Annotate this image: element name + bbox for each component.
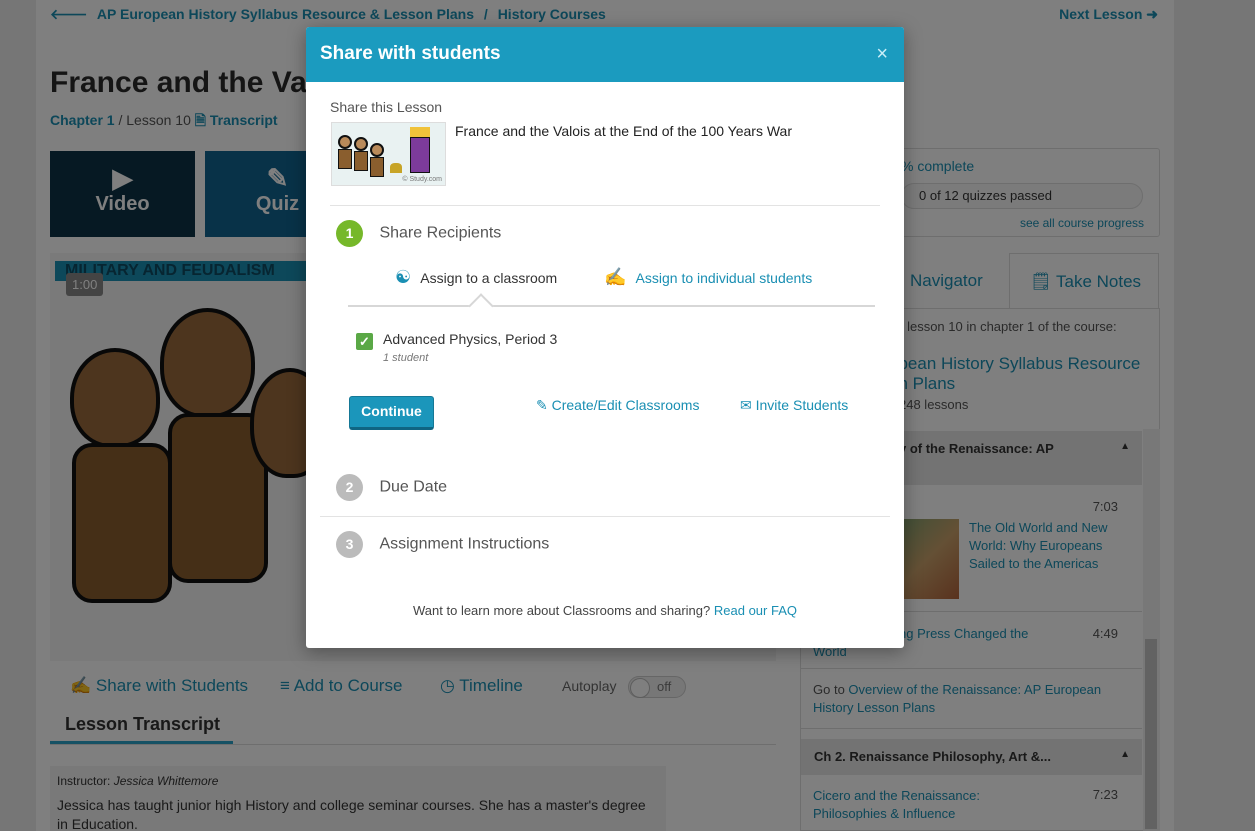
envelope-icon: ✉ [740,397,752,413]
classroom-checkbox[interactable]: ✓ [356,333,373,350]
step-assignment-instructions[interactable]: 3 Assignment Instructions [336,531,549,558]
assign-individual-label: Assign to individual students [635,270,813,286]
step-label: Due Date [379,478,448,496]
assign-classroom-label: Assign to a classroom [420,270,558,286]
divider [320,516,890,517]
invite-students-link[interactable]: ✉ Invite Students [740,397,848,414]
create-edit-label: Create/Edit Classrooms [551,397,700,413]
divider [330,205,880,206]
create-edit-classrooms-link[interactable]: ✎ Create/Edit Classrooms [536,397,699,414]
student-icon: ✍ [604,267,627,287]
step-label: Share Recipients [379,224,502,242]
share-modal: Share with students × Share this Lesson … [306,27,904,648]
close-icon[interactable]: × [876,43,888,66]
share-lesson-label: Share this Lesson [330,99,443,115]
step-share-recipients[interactable]: 1 Share Recipients [336,220,501,247]
faq-link[interactable]: Read our FAQ [714,603,797,618]
assign-tabs: ☯ Assign to a classroom ✍ Assign to indi… [348,267,875,307]
lesson-thumbnail: © Study.com [331,122,446,186]
faq-text: Want to learn more about Classrooms and … [413,603,711,618]
continue-button[interactable]: Continue [349,396,434,430]
modal-header: Share with students × [306,27,904,82]
step-number: 1 [336,220,363,247]
tab-assign-individual[interactable]: ✍ Assign to individual students [604,267,812,288]
shared-lesson-title: France and the Valois at the End of the … [455,123,792,139]
step-number: 3 [336,531,363,558]
classroom-student-count: 1 student [383,352,429,364]
classroom-name[interactable]: Advanced Physics, Period 3 [383,331,557,347]
invite-label: Invite Students [755,397,849,413]
step-due-date[interactable]: 2 Due Date [336,474,447,501]
pencil-icon: ✎ [536,397,548,413]
group-icon: ☯ [395,267,412,287]
faq-line: Want to learn more about Classrooms and … [306,603,904,618]
modal-title: Share with students [320,43,501,64]
thumbnail-watermark: © Study.com [402,176,442,183]
tab-assign-classroom[interactable]: ☯ Assign to a classroom [395,267,557,288]
step-label: Assignment Instructions [379,535,550,553]
step-number: 2 [336,474,363,501]
